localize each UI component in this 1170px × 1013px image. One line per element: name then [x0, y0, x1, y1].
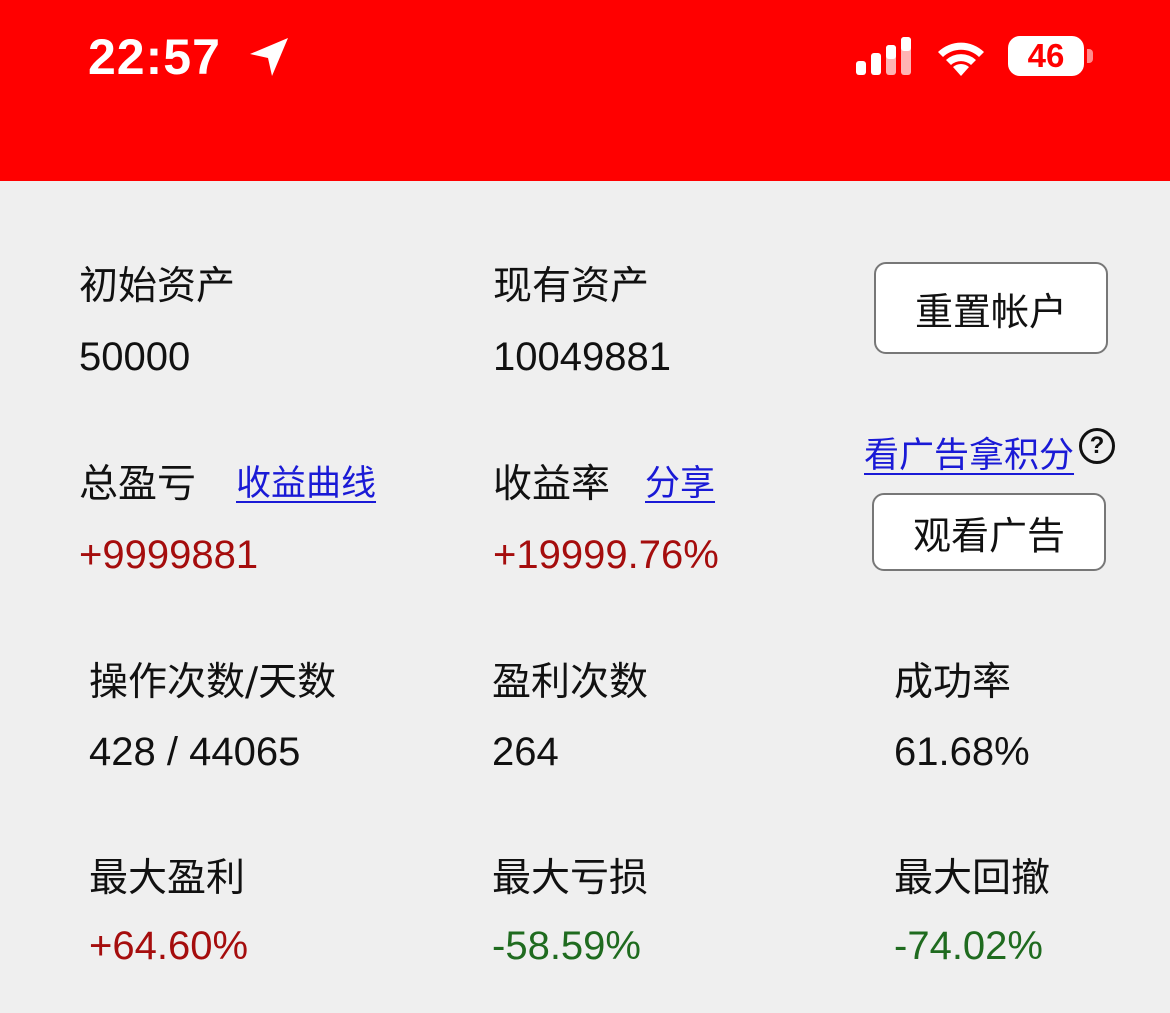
ops-days-label: 操作次数/天数 — [89, 660, 337, 705]
profit-count-label: 盈利次数 — [492, 660, 649, 705]
current-assets-label: 现有资产 — [493, 264, 650, 309]
status-bar: 22:57 46 — [0, 0, 1170, 181]
help-icon[interactable]: ? — [1079, 428, 1115, 464]
signal-icon — [856, 37, 911, 75]
battery-cap — [1087, 49, 1093, 63]
share-link[interactable]: 分享 — [645, 455, 715, 506]
profit-curve-link[interactable]: 收益曲线 — [236, 455, 376, 506]
watch-ad-button[interactable]: 观看广告 — [872, 493, 1106, 571]
max-loss-label: 最大亏损 — [492, 856, 649, 901]
return-rate-value: +19999.76% — [493, 533, 719, 577]
profit-count-value: 264 — [492, 730, 559, 774]
location-arrow-icon — [250, 38, 288, 76]
initial-assets-value: 50000 — [79, 335, 191, 379]
max-drawdown-label: 最大回撤 — [894, 856, 1051, 901]
total-pnl-label: 总盈亏 — [79, 462, 197, 507]
battery-icon: 46 — [1008, 36, 1084, 76]
max-profit-label: 最大盈利 — [89, 856, 246, 901]
max-profit-value: +64.60% — [89, 924, 249, 968]
success-rate-value: 61.68% — [894, 730, 1030, 774]
max-drawdown-value: -74.02% — [894, 924, 1043, 968]
wifi-icon — [938, 42, 984, 76]
reset-account-button[interactable]: 重置帐户 — [874, 262, 1108, 354]
status-time: 22:57 — [88, 29, 221, 85]
ad-points-link[interactable]: 看广告拿积分 — [864, 427, 1074, 478]
total-pnl-value: +9999881 — [79, 533, 259, 577]
current-assets-value: 10049881 — [493, 335, 671, 379]
initial-assets-label: 初始资产 — [79, 264, 236, 309]
success-rate-label: 成功率 — [894, 660, 1012, 705]
return-rate-label: 收益率 — [493, 462, 611, 507]
ops-days-value: 428 / 44065 — [89, 730, 301, 774]
max-loss-value: -58.59% — [492, 924, 641, 968]
